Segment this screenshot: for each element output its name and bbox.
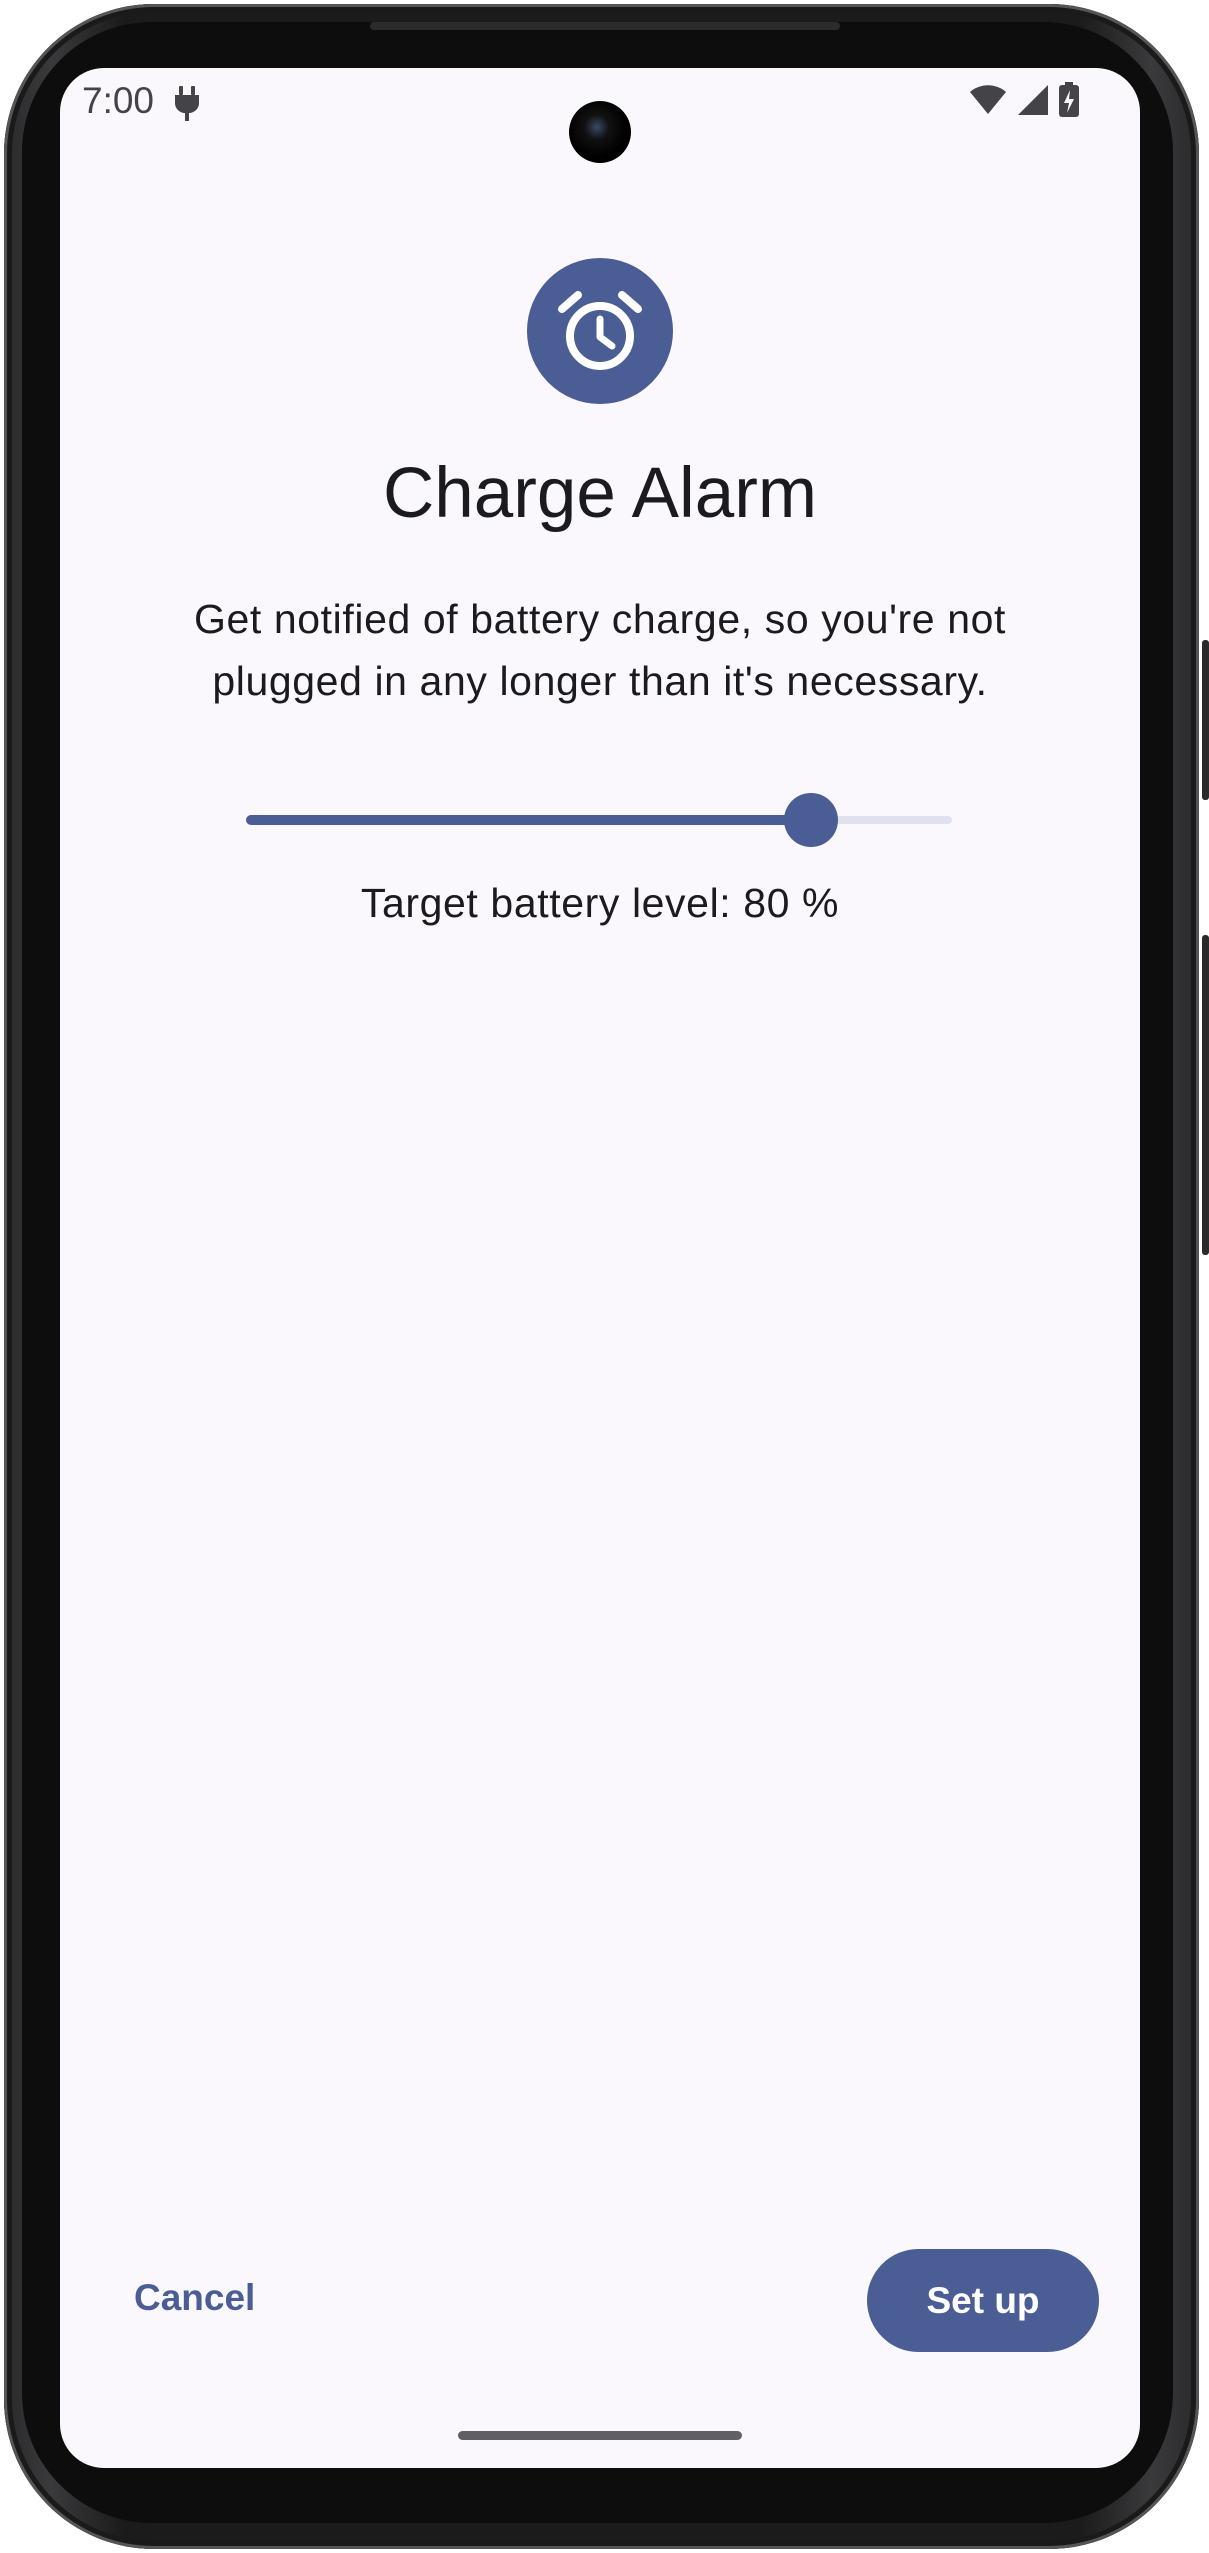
wifi-icon (970, 85, 1006, 114)
page-description: Get notified of battery charge, so you'r… (193, 596, 1006, 704)
earpiece-slit (370, 22, 840, 30)
cancel-button[interactable]: Cancel (110, 2248, 279, 2348)
screen: 7:00 Charge Alarm Get notified of batter… (60, 68, 1140, 2468)
setup-button[interactable]: Set up (867, 2249, 1099, 2352)
volume-button (1202, 640, 1209, 800)
plug-icon (175, 86, 199, 121)
power-button (1202, 935, 1209, 1255)
target-level-label: Target battery level: 80 % (360, 880, 840, 926)
page-title: Charge Alarm (382, 454, 818, 533)
slider-thumb[interactable] (784, 793, 838, 847)
status-time: 7:00 (82, 80, 155, 121)
slider-active-track (246, 815, 807, 825)
alarm-clock-icon (558, 291, 642, 370)
phone-device: 7:00 Charge Alarm Get notified of batter… (0, 0, 1209, 2553)
status-icons (968, 82, 1080, 118)
app-icon-badge (527, 258, 673, 404)
battery-level-slider[interactable] (246, 790, 952, 850)
front-camera (569, 101, 631, 163)
cellular-signal-icon (1018, 85, 1048, 115)
battery-charging-icon (1059, 82, 1079, 117)
home-indicator[interactable] (458, 2431, 742, 2440)
